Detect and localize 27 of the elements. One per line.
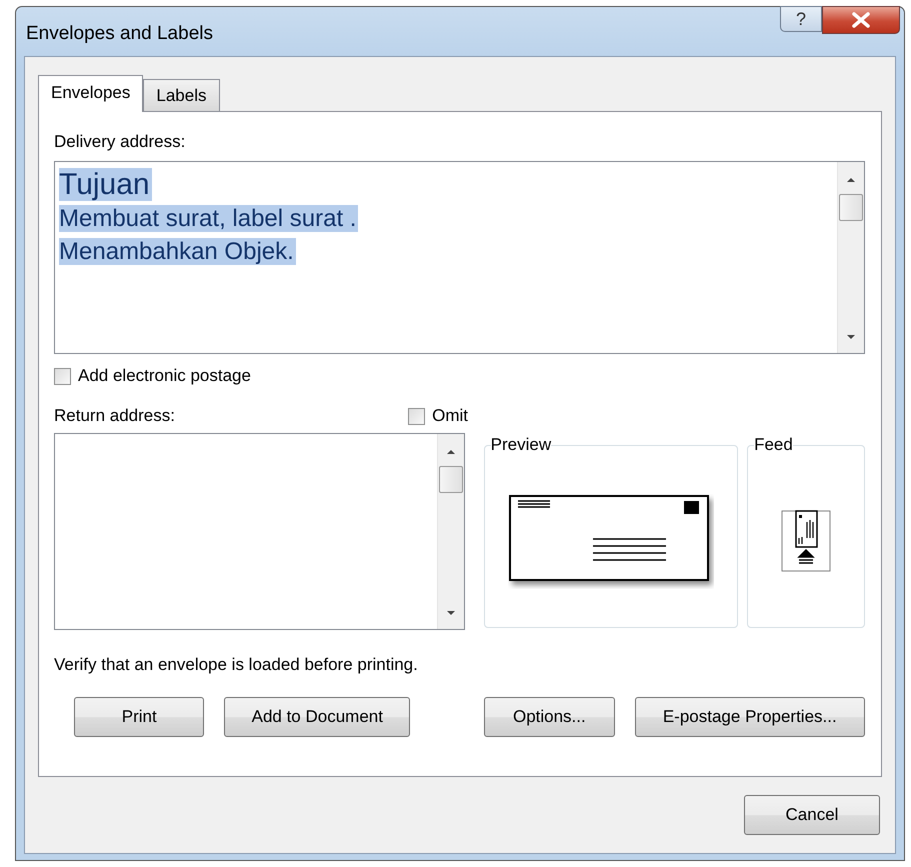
field-label: Delivery address: (54, 132, 186, 152)
dialog-button[interactable]: Print (74, 697, 204, 737)
scrollbar[interactable] (837, 162, 864, 353)
delivery-address-field[interactable]: Tujuan Membuat surat, label surat . Menambahkan Objek. (54, 161, 865, 354)
hint-text: Verify that an envelope is loaded before printing. (54, 655, 419, 675)
help-button[interactable]: ? (780, 6, 822, 32)
checkbox[interactable] (54, 368, 71, 384)
checkbox-label: Omit (432, 406, 468, 426)
dialog-button[interactable]: Options... (484, 697, 615, 737)
panel-label: Feed (754, 435, 793, 454)
checkbox-label: Add electronic postage (78, 366, 251, 386)
cancel-button[interactable]: Cancel (744, 795, 880, 835)
envelope-feed-icon (781, 510, 832, 572)
field-label: Return address: (54, 406, 175, 426)
return-address-field[interactable] (54, 433, 465, 630)
tab[interactable]: Envelopes (38, 75, 144, 112)
scrollbar[interactable] (436, 434, 464, 629)
close-button[interactable] (822, 6, 900, 34)
checkbox[interactable] (408, 408, 426, 424)
panel-label: Preview (490, 435, 552, 454)
scroll-thumb[interactable] (839, 194, 863, 221)
window-title: Envelopes and Labels (26, 23, 213, 45)
tab[interactable]: Labels (143, 79, 220, 111)
scroll-thumb[interactable] (438, 466, 463, 493)
dialog-button[interactable]: Add to Document (224, 697, 410, 737)
dialog-button[interactable]: E-postage Properties... (634, 697, 865, 737)
close-icon (851, 12, 871, 28)
